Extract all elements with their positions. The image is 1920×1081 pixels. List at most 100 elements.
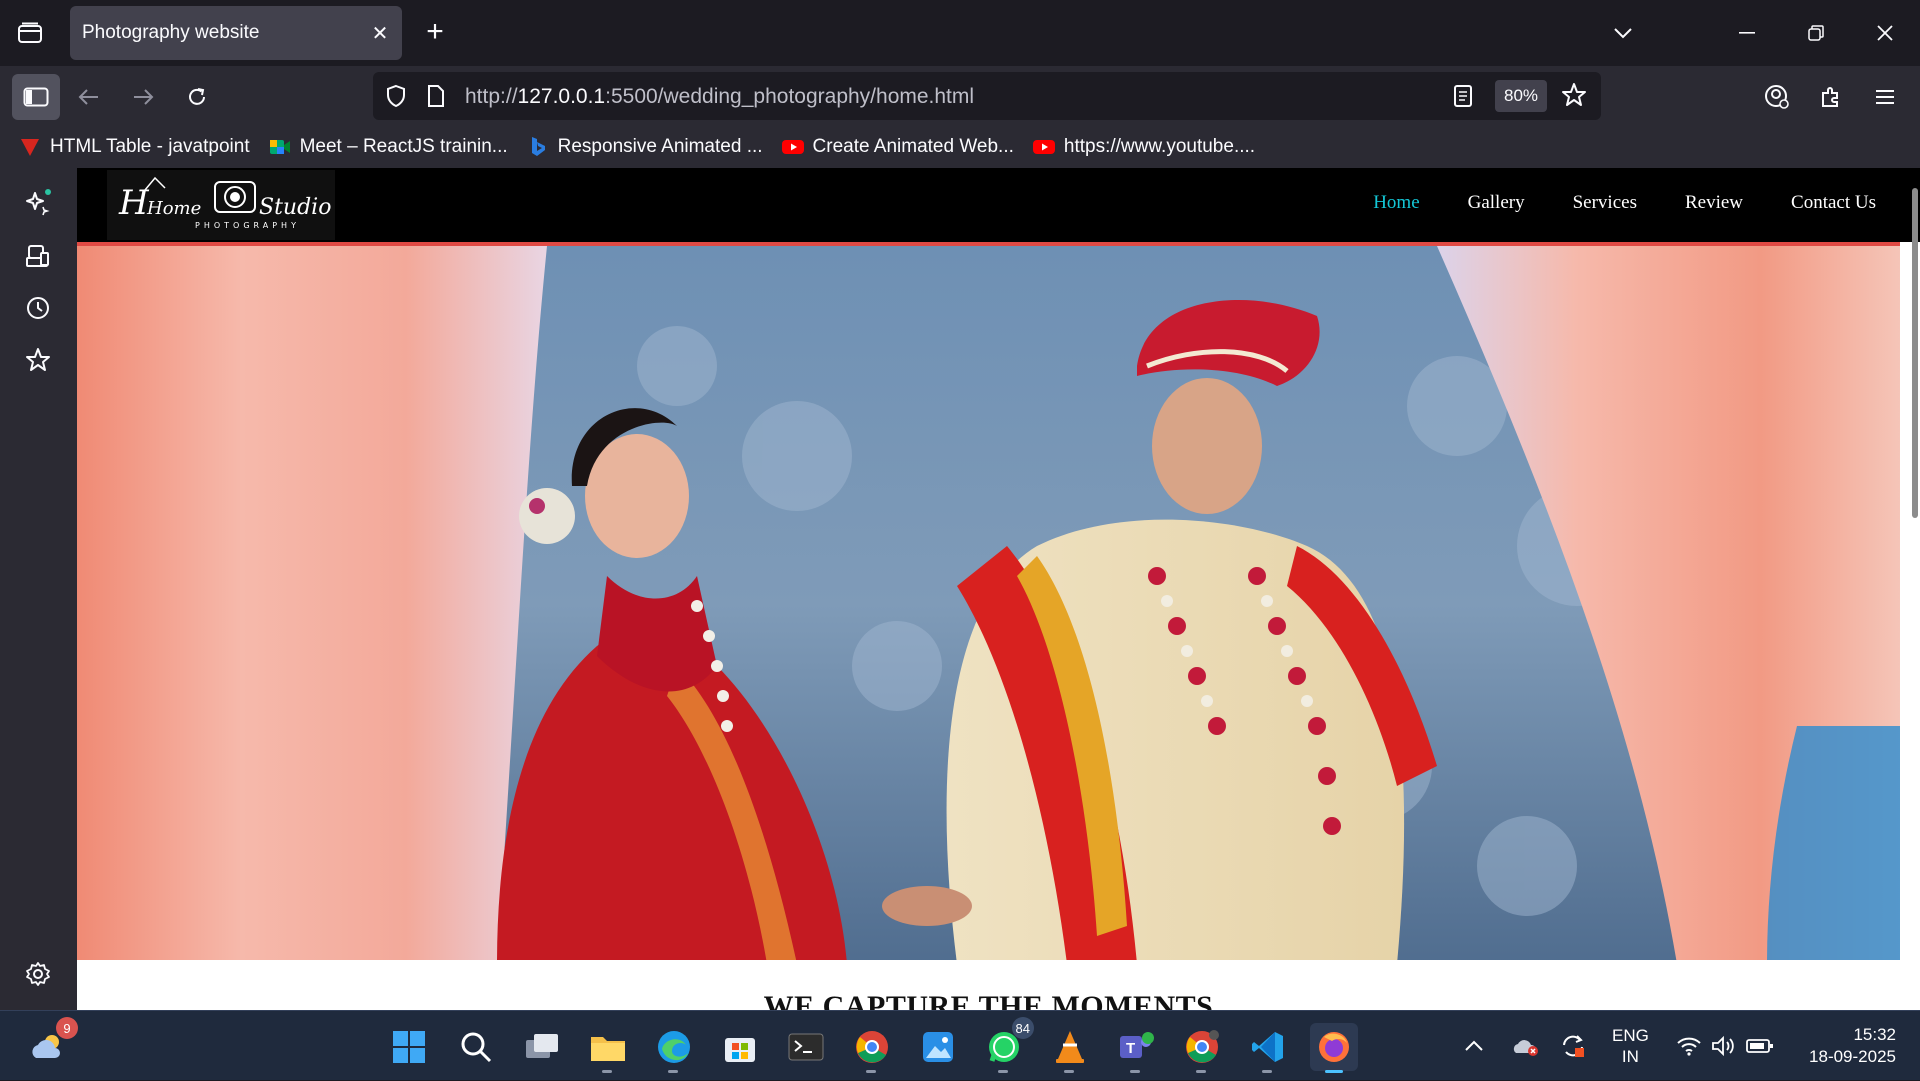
language-indicator[interactable]: ENG IN: [1612, 1011, 1649, 1081]
windows-taskbar: 9 84 T ENG IN 15:32 18-09-2025: [0, 1010, 1920, 1080]
tab-close-icon[interactable]: ✕: [368, 21, 392, 45]
account-icon[interactable]: [1758, 78, 1796, 116]
running-indicator: [866, 1070, 876, 1073]
running-indicator: [668, 1070, 678, 1073]
sidebar-toggle-icon[interactable]: [12, 74, 60, 120]
wifi-icon[interactable]: [1676, 1011, 1702, 1081]
logo-sub-text: PHOTOGRAPHY: [195, 221, 300, 230]
running-indicator: [1064, 1070, 1074, 1073]
chrome-icon[interactable]: [848, 1023, 896, 1073]
active-tab[interactable]: Photography website ✕: [70, 6, 402, 60]
firefox-icon[interactable]: [1310, 1023, 1358, 1073]
menu-contact-link[interactable]: Contact Us: [1791, 192, 1876, 214]
url-path: :5500/wedding_photography/home.html: [605, 85, 975, 108]
whatsapp-icon[interactable]: 84: [980, 1017, 1034, 1073]
hero-wedding-photo: [77, 242, 1900, 960]
bookmark-label: Create Animated Web...: [812, 136, 1014, 157]
url-scheme: http://: [465, 85, 518, 108]
running-indicator: [1196, 1070, 1206, 1073]
edge-icon[interactable]: [650, 1023, 698, 1073]
site-header: H Home Studio PHOTOGRAPHY Home Gallery S…: [77, 168, 1920, 242]
synced-tabs-icon[interactable]: [20, 238, 56, 274]
menu-home-link[interactable]: Home: [1373, 192, 1419, 214]
bookmark-item[interactable]: Create Animated Web...: [781, 136, 1014, 158]
shield-icon[interactable]: [385, 84, 407, 113]
extensions-puzzle-icon[interactable]: [1812, 78, 1850, 116]
section-heading: WE CAPTURE THE MOMENTS: [763, 990, 1214, 1010]
navigation-toolbar: http://127.0.0.1:5500/wedding_photograph…: [0, 66, 1920, 126]
bookmark-label: HTML Table - javatpoint: [50, 136, 250, 157]
photos-icon[interactable]: [914, 1023, 962, 1071]
site-menu: Home Gallery Services Review Contact Us: [1373, 192, 1876, 214]
file-explorer-icon[interactable]: [584, 1023, 632, 1073]
menu-services-link[interactable]: Services: [1573, 192, 1637, 214]
site-logo[interactable]: H Home Studio PHOTOGRAPHY: [107, 170, 335, 240]
bookmark-item[interactable]: https://www.youtube....: [1032, 136, 1255, 158]
whatsapp-badge: 84: [1011, 1017, 1034, 1039]
zoom-level-badge[interactable]: 80%: [1495, 80, 1547, 112]
page-info-icon[interactable]: [427, 84, 445, 113]
bookmark-label: Responsive Animated ...: [557, 136, 763, 157]
start-windows-icon[interactable]: [385, 1023, 433, 1071]
tray-overflow-chevron-icon[interactable]: [1464, 1011, 1484, 1081]
volume-icon[interactable]: [1710, 1011, 1736, 1081]
vlc-icon[interactable]: [1046, 1023, 1094, 1073]
microsoft-store-icon[interactable]: [716, 1023, 764, 1071]
url-host: 127.0.0.1: [517, 85, 606, 108]
tab-overview-icon[interactable]: [12, 18, 48, 48]
chrome-profile-icon[interactable]: [1178, 1023, 1226, 1073]
forward-arrow-icon[interactable]: [124, 78, 162, 116]
tab-title: Photography website: [82, 22, 260, 43]
terminal-icon[interactable]: [782, 1023, 830, 1071]
battery-icon[interactable]: [1746, 1011, 1774, 1081]
teams-icon[interactable]: T: [1112, 1023, 1160, 1073]
page-scrollbar[interactable]: [1912, 188, 1918, 518]
url-bar[interactable]: http://127.0.0.1:5500/wedding_photograph…: [373, 72, 1601, 120]
tab-list-chevron-icon[interactable]: [1606, 16, 1640, 50]
bookmark-item[interactable]: Meet – ReactJS trainin...: [268, 136, 508, 158]
menu-hamburger-icon[interactable]: [1866, 78, 1904, 116]
running-indicator: [1262, 1070, 1272, 1073]
sync-icon[interactable]: [1560, 1011, 1586, 1081]
bookmarks-star-icon[interactable]: [20, 342, 56, 378]
google-meet-icon: [268, 137, 292, 157]
menu-review-link[interactable]: Review: [1685, 192, 1743, 214]
running-indicator: [998, 1070, 1008, 1073]
task-view-icon[interactable]: [518, 1023, 566, 1071]
reader-view-icon[interactable]: [1453, 84, 1473, 113]
close-window-icon[interactable]: [1868, 16, 1902, 50]
clock[interactable]: 15:32 18-09-2025: [1796, 1011, 1896, 1081]
youtube-icon: [1032, 137, 1056, 157]
running-indicator: [602, 1070, 612, 1073]
bookmark-star-icon[interactable]: [1561, 82, 1587, 113]
onedrive-error-icon[interactable]: [1512, 1011, 1540, 1081]
vscode-icon[interactable]: [1244, 1023, 1292, 1073]
ai-sparkle-icon[interactable]: [20, 184, 56, 220]
logo-studio-text: Studio: [259, 195, 331, 220]
logo-home-text: Home: [146, 198, 201, 219]
settings-gear-icon[interactable]: [20, 956, 56, 992]
reload-icon[interactable]: [178, 78, 216, 116]
new-tab-button[interactable]: +: [420, 17, 450, 48]
url-text[interactable]: http://127.0.0.1:5500/wedding_photograph…: [465, 85, 974, 109]
search-icon[interactable]: [452, 1023, 500, 1071]
running-indicator: [1325, 1070, 1343, 1073]
history-clock-icon[interactable]: [20, 290, 56, 326]
logo-initial-H: H: [118, 183, 150, 223]
bookmark-item[interactable]: HTML Table - javatpoint: [18, 136, 250, 158]
restore-icon[interactable]: [1799, 16, 1833, 50]
bookmark-label: https://www.youtube....: [1063, 136, 1256, 157]
back-arrow-icon[interactable]: [70, 78, 108, 116]
bookmarks-toolbar: HTML Table - javatpoint Meet – ReactJS t…: [0, 126, 1920, 168]
clock-date: 18-09-2025: [1809, 1047, 1896, 1066]
bookmark-item[interactable]: Responsive Animated ...: [526, 136, 763, 158]
weather-widget-icon[interactable]: 9: [24, 1017, 78, 1071]
clock-time: 15:32: [1853, 1024, 1896, 1044]
browser-sidebar: [0, 168, 77, 1010]
minimize-icon[interactable]: [1730, 16, 1764, 50]
bing-icon: [526, 137, 550, 157]
menu-gallery-link[interactable]: Gallery: [1468, 192, 1525, 214]
language-code: ENG: [1612, 1025, 1649, 1045]
tab-strip: Photography website ✕ +: [0, 0, 1920, 66]
javatpoint-icon: [18, 137, 42, 157]
